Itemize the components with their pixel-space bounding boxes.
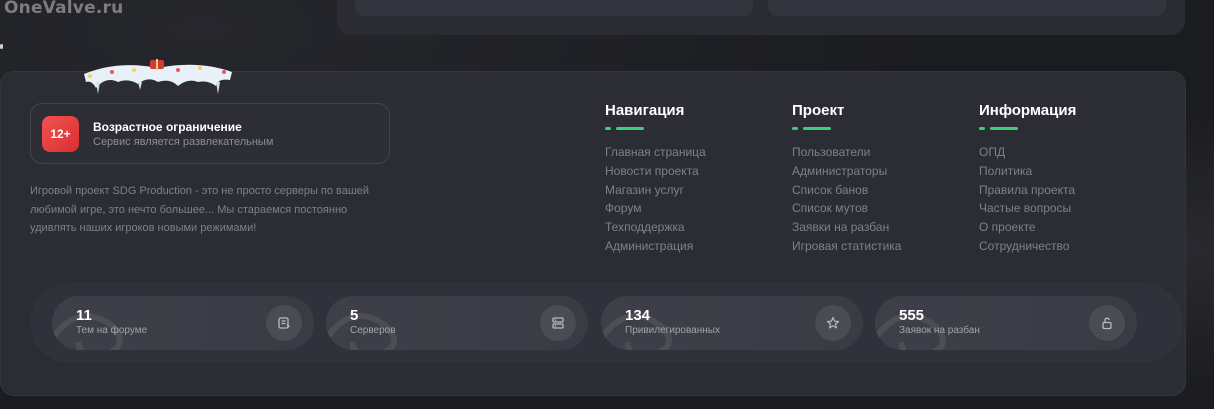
- age-restriction-card: 12+ Возрастное ограничение Сервис являет…: [30, 103, 390, 164]
- footer-link-partnership[interactable]: Сотрудничество: [979, 237, 1076, 256]
- title-underline: [605, 127, 645, 130]
- server-icon: [540, 305, 576, 341]
- title-underline: [979, 127, 1019, 130]
- footer-link-opd[interactable]: ОПД: [979, 143, 1076, 162]
- nav-column-navigation: Навигация Главная страница Новости проек…: [605, 102, 706, 256]
- footer-link-faq[interactable]: Частые вопросы: [979, 199, 1076, 218]
- top-card-right: [768, 0, 1166, 16]
- stat-value: 11: [76, 307, 92, 324]
- stat-label: Привилегированных: [625, 325, 720, 336]
- column-title: Навигация: [605, 102, 685, 119]
- stat-servers[interactable]: 5 Серверов: [326, 296, 588, 350]
- stat-value: 555: [899, 307, 925, 324]
- footer-link-shop[interactable]: Магазин услуг: [605, 181, 706, 200]
- footer-link-admins[interactable]: Администраторы: [792, 162, 901, 181]
- stat-value: 5: [350, 307, 359, 324]
- snow-garland-icon: [84, 59, 232, 94]
- stat-unban-requests[interactable]: 555 Заявок на разбан: [875, 296, 1137, 350]
- column-title: Проект: [792, 102, 845, 119]
- footer-link-support[interactable]: Техподдержка: [605, 218, 706, 237]
- stat-privileged[interactable]: 134 Привилегированных: [601, 296, 863, 350]
- top-card-left: [355, 0, 753, 16]
- age-subtitle: Сервис является развлекательным: [93, 136, 274, 148]
- title-underline: [792, 127, 832, 130]
- footer-link-users[interactable]: Пользователи: [792, 143, 901, 162]
- forum-icon: [266, 305, 302, 341]
- nav-column-information: Информация ОПД Политика Правила проекта …: [979, 102, 1076, 256]
- about-text: Игровой проект SDG Production - это не п…: [30, 185, 369, 235]
- unlock-icon: [1089, 305, 1125, 341]
- stat-label: Серверов: [350, 325, 396, 336]
- footer-link-game-stats[interactable]: Игровая статистика: [792, 237, 901, 256]
- star-icon: [815, 305, 851, 341]
- watermark: OneValve.ru: [4, 0, 124, 18]
- edge-dot: [0, 44, 3, 49]
- stat-forum-topics[interactable]: 11 Тем на форуме: [52, 296, 314, 350]
- age-badge: 12+: [42, 116, 79, 152]
- footer-link-home[interactable]: Главная страница: [605, 143, 706, 162]
- footer-link-about[interactable]: О проекте: [979, 218, 1076, 237]
- footer-link-policy[interactable]: Политика: [979, 162, 1076, 181]
- footer-link-unban-requests[interactable]: Заявки на разбан: [792, 218, 901, 237]
- stat-label: Тем на форуме: [76, 325, 148, 336]
- footer-link-forum[interactable]: Форум: [605, 199, 706, 218]
- footer-link-rules[interactable]: Правила проекта: [979, 181, 1076, 200]
- stat-value: 134: [625, 307, 651, 324]
- footer-link-mutes[interactable]: Список мутов: [792, 199, 901, 218]
- footer-link-bans[interactable]: Список банов: [792, 181, 901, 200]
- age-title: Возрастное ограничение: [93, 120, 242, 134]
- nav-column-project: Проект Пользователи Администраторы Списо…: [792, 102, 901, 256]
- stat-label: Заявок на разбан: [899, 325, 980, 336]
- column-title: Информация: [979, 102, 1077, 119]
- footer-link-news[interactable]: Новости проекта: [605, 162, 706, 181]
- footer-link-administration[interactable]: Администрация: [605, 237, 706, 256]
